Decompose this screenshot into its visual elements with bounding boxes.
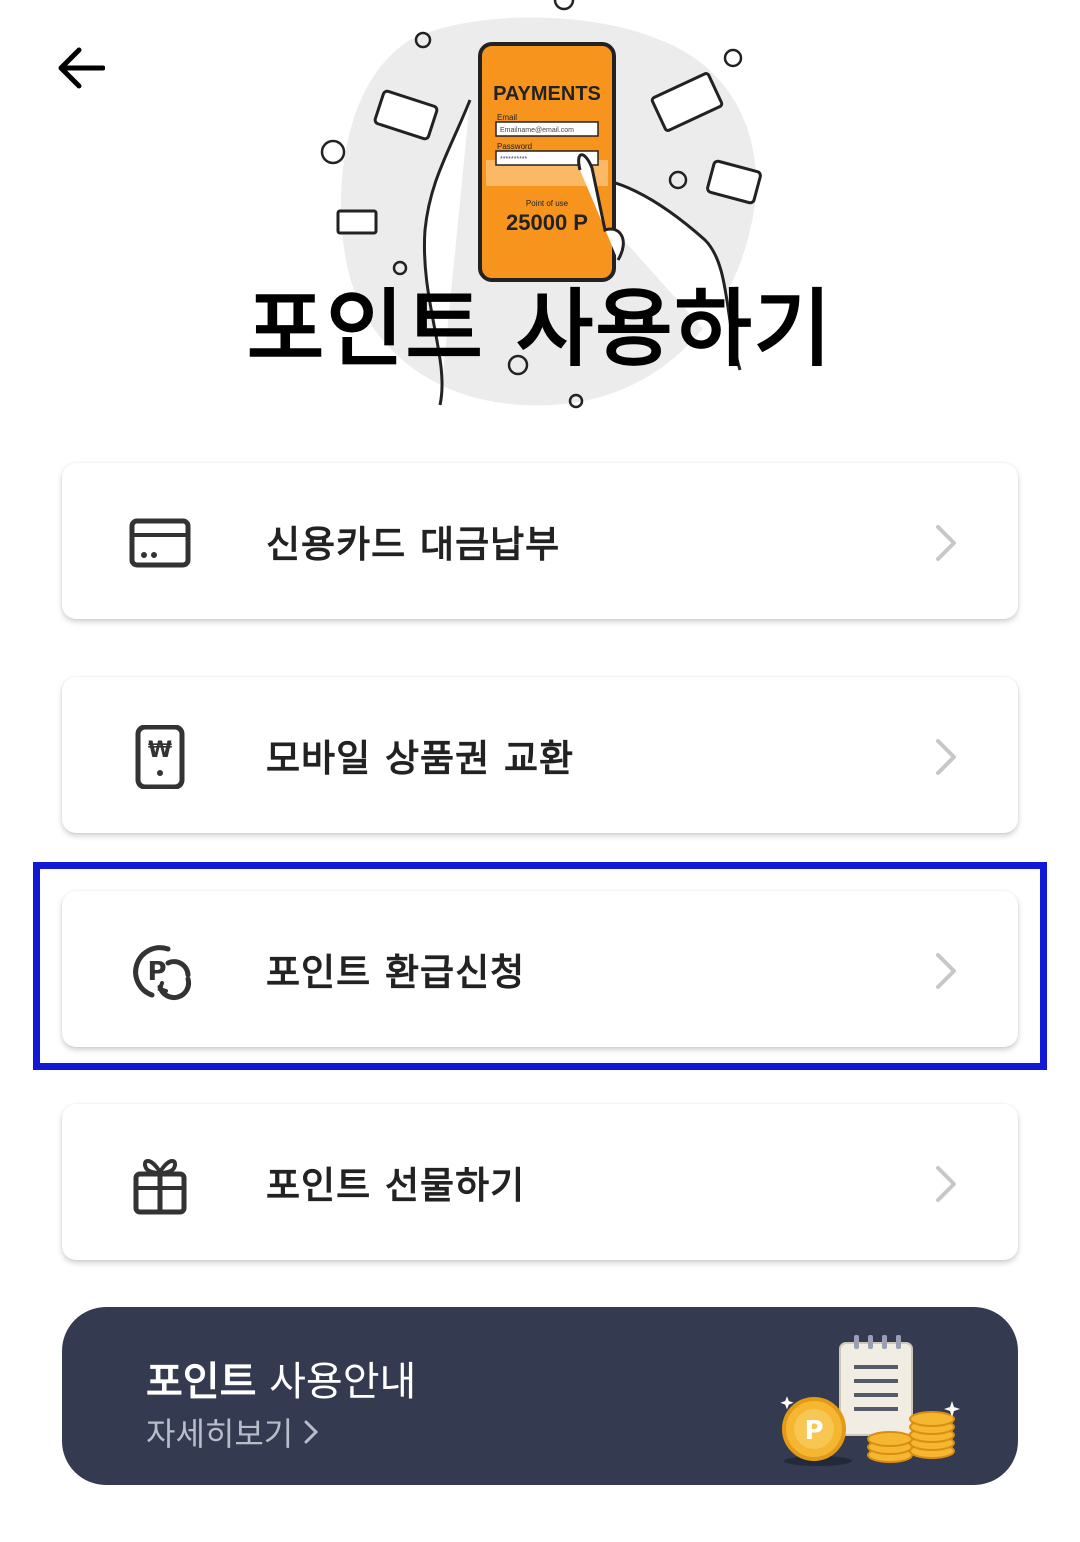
- chevron-right-icon: [936, 1166, 956, 1202]
- menu-item-point-refund[interactable]: P 포인트 환급신청: [62, 891, 1018, 1047]
- menu-item-point-gift[interactable]: 포인트 선물하기: [62, 1104, 1018, 1260]
- svg-text:Password: Password: [497, 142, 532, 151]
- menu-item-label: 신용카드 대금납부: [266, 523, 561, 566]
- gift-icon: [133, 1159, 187, 1215]
- chevron-right-icon: [936, 525, 956, 561]
- svg-text:₩: ₩: [148, 738, 172, 763]
- back-button[interactable]: [48, 36, 112, 100]
- chevron-right-icon: [936, 739, 956, 775]
- phone-heading: PAYMENTS: [493, 83, 601, 105]
- chevron-right-icon: [936, 953, 956, 989]
- point-usage-guide-banner[interactable]: 포인트 사용안내 자세히보기 P: [62, 1307, 1018, 1485]
- svg-text:Email: Email: [497, 113, 517, 122]
- menu-item-label: 포인트 환급신청: [266, 951, 526, 994]
- svg-text:P: P: [804, 1416, 823, 1446]
- menu-item-mobile-voucher-exchange[interactable]: ₩ 모바일 상품권 교환: [62, 677, 1018, 833]
- banner-link-label: 자세히보기: [146, 1415, 294, 1453]
- chevron-right-icon: [304, 1420, 319, 1444]
- menu-item-credit-card-payment[interactable]: 신용카드 대금납부: [62, 463, 1018, 619]
- point-refund-icon: P: [133, 945, 192, 1001]
- banner-title: 포인트 사용안내: [146, 1359, 417, 1405]
- menu-item-label: 모바일 상품권 교환: [266, 737, 575, 780]
- banner-link[interactable]: 자세히보기: [146, 1409, 319, 1455]
- menu-item-label: 포인트 선물하기: [266, 1164, 526, 1207]
- page-title: 포인트 사용하기: [246, 280, 834, 378]
- phone-point-value: 25000 P: [506, 210, 588, 235]
- credit-card-icon: [129, 518, 191, 568]
- svg-text:Point of use: Point of use: [526, 199, 569, 208]
- arrow-left-icon: [58, 47, 105, 89]
- coins-notepad-illustration: P: [780, 1335, 960, 1466]
- svg-text:**********: **********: [500, 156, 528, 163]
- svg-text:Emailname@email.com: Emailname@email.com: [500, 127, 574, 134]
- mobile-voucher-icon: ₩: [135, 725, 185, 789]
